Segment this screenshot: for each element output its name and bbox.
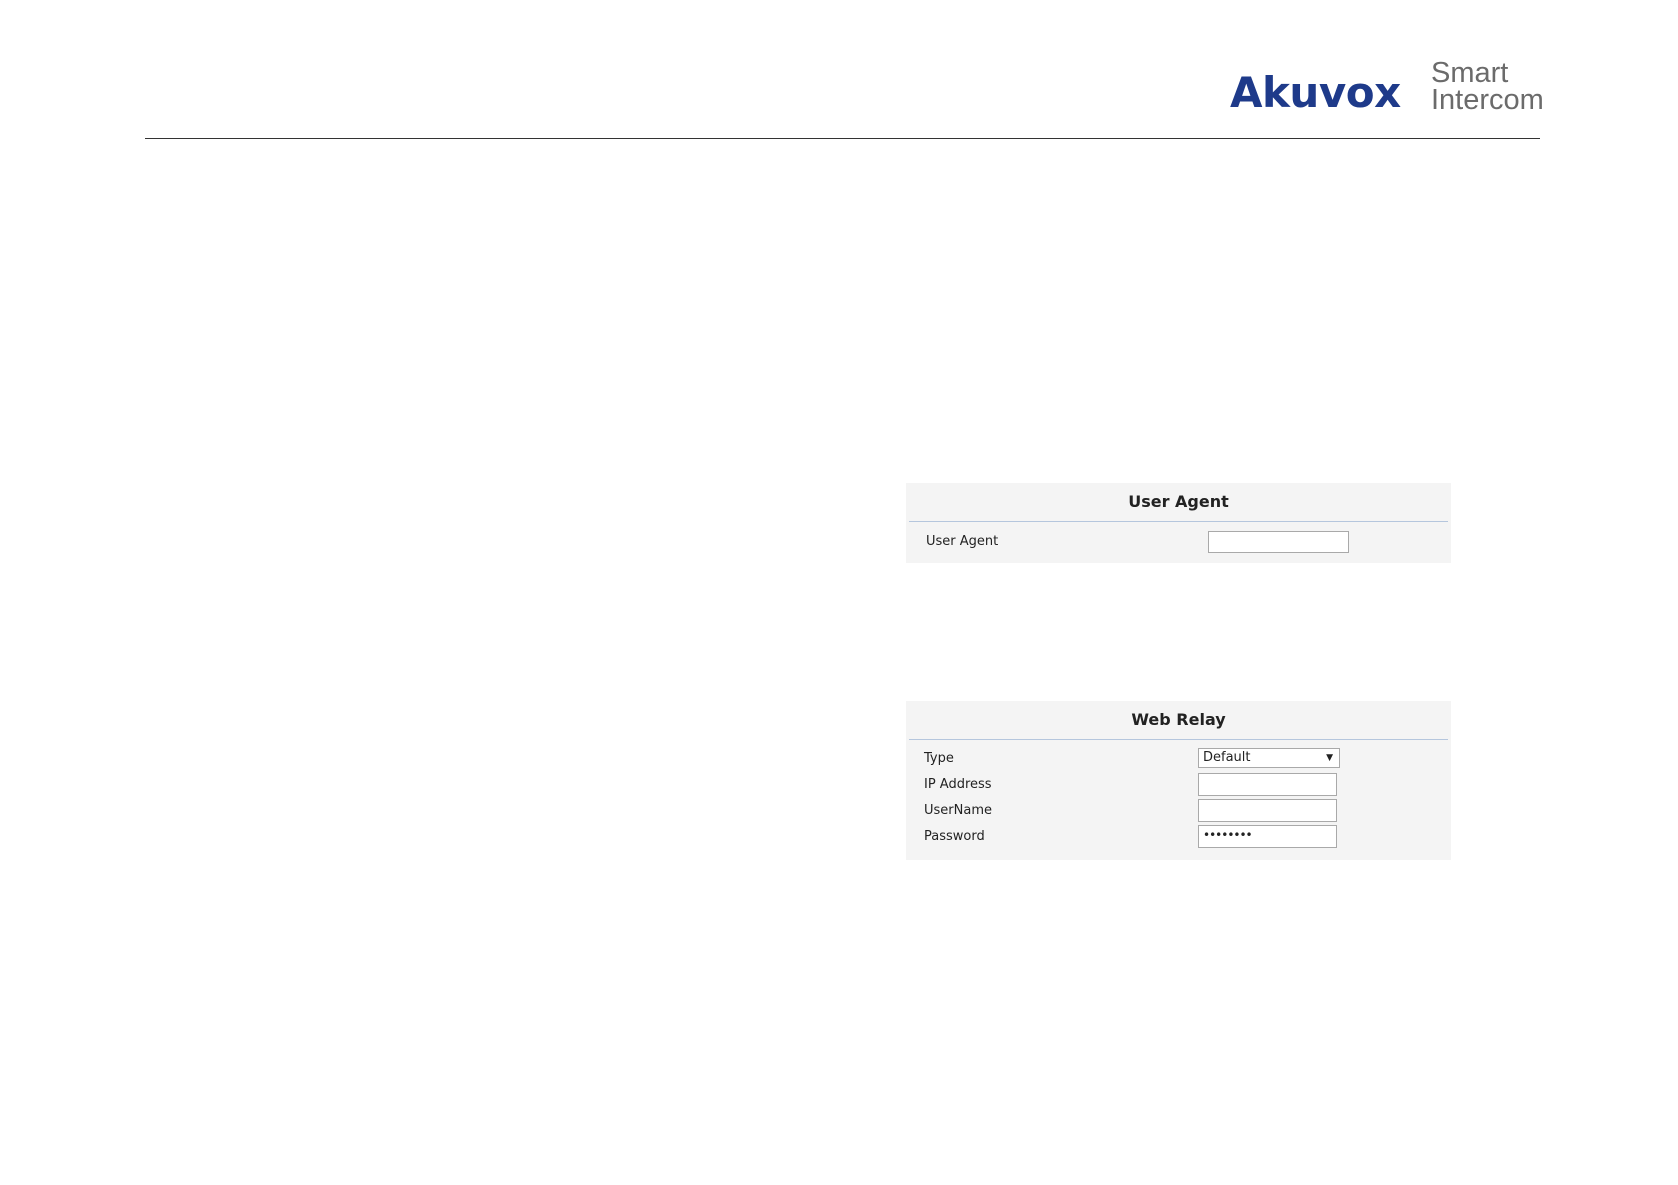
username-label: UserName: [924, 803, 992, 818]
dropdown-arrow-icon: ▼: [1326, 753, 1333, 763]
akuvox-logo: Akuvox Smart Intercom: [1230, 59, 1544, 122]
user-agent-panel-title: User Agent: [909, 483, 1448, 522]
password-label: Password: [924, 829, 985, 844]
type-select[interactable]: Default ▼: [1198, 748, 1340, 768]
user-agent-label: User Agent: [926, 534, 999, 549]
web-relay-panel: Web Relay Type Default ▼ IP Address User…: [906, 701, 1451, 860]
logo-tagline: Smart Intercom: [1431, 59, 1544, 116]
user-agent-row: User Agent: [906, 529, 1451, 555]
web-relay-ip-row: IP Address: [906, 772, 1451, 798]
type-label: Type: [924, 751, 954, 766]
logo-wordmark: Akuvox: [1230, 68, 1401, 117]
ip-address-label: IP Address: [924, 777, 992, 792]
username-input[interactable]: [1198, 799, 1337, 822]
ip-address-input[interactable]: [1198, 773, 1337, 796]
password-input[interactable]: ••••••••: [1198, 825, 1337, 848]
web-relay-type-row: Type Default ▼: [906, 746, 1451, 772]
web-relay-panel-title: Web Relay: [909, 701, 1448, 740]
web-relay-password-row: Password ••••••••: [906, 824, 1451, 850]
user-agent-input[interactable]: [1208, 531, 1349, 553]
type-select-value: Default: [1203, 750, 1251, 765]
logo-tagline-line2: Intercom: [1431, 84, 1544, 116]
web-relay-username-row: UserName: [906, 798, 1451, 824]
header-divider: [145, 138, 1540, 139]
user-agent-panel: User Agent User Agent: [906, 483, 1451, 563]
